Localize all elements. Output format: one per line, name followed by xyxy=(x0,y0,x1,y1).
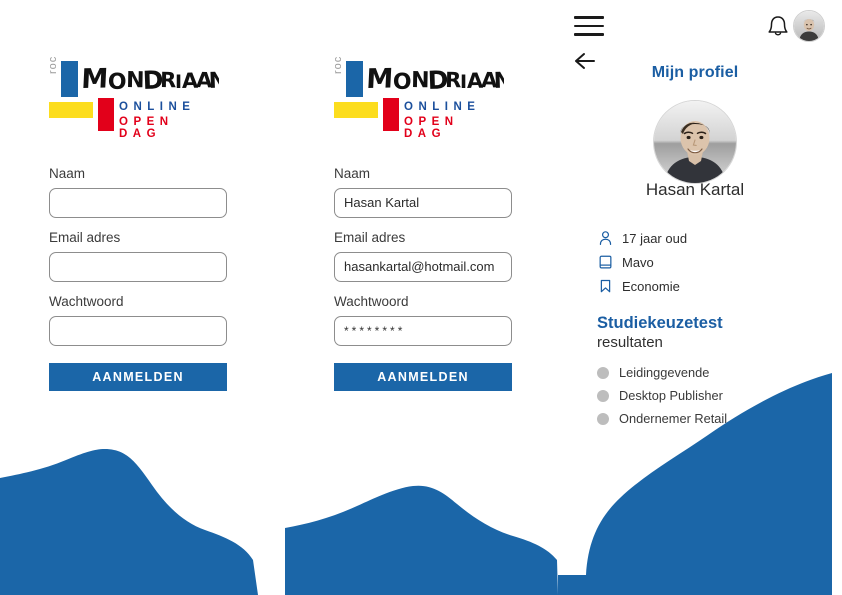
email-input[interactable]: hasankartal@hotmail.com xyxy=(334,252,512,282)
password-label: Wachtwoord xyxy=(49,294,124,309)
logo-yellow-bar xyxy=(334,102,378,118)
name-label: Naam xyxy=(334,166,371,181)
hamburger-menu-icon[interactable] xyxy=(574,16,604,40)
email-input[interactable] xyxy=(49,252,227,282)
svg-text:R: R xyxy=(160,68,177,92)
logo-roc-text: roc xyxy=(47,55,59,74)
logo-wordmark-mondriaan: M O N D R I A A N xyxy=(368,63,504,95)
logo-online-text: ONLINE xyxy=(119,101,196,113)
decorative-wave-shape xyxy=(0,449,258,595)
panel-signup-empty: roc M O N D R I A A N ONLINE OPEN DAG Na… xyxy=(0,0,275,595)
field-password: Wachtwoord xyxy=(49,294,227,346)
logo-open-dag-text: OPEN DAG xyxy=(404,116,459,140)
panel-profile: Mijn profiel Hasan Kartal 17 jaar oud Ma… xyxy=(558,0,832,595)
name-input[interactable] xyxy=(49,188,227,218)
info-row-education: Mavo xyxy=(597,250,797,274)
svg-text:N: N xyxy=(493,68,504,94)
svg-text:R: R xyxy=(445,68,462,92)
logo-online-text: ONLINE xyxy=(404,101,481,113)
results-list: Leidinggevende Desktop Publisher Onderne… xyxy=(597,361,807,430)
info-row-age: 17 jaar oud xyxy=(597,226,797,250)
logo-red-bar xyxy=(383,98,399,131)
name-input[interactable]: Hasan Kartal xyxy=(334,188,512,218)
svg-text:O: O xyxy=(393,70,412,95)
info-text-age: 17 jaar oud xyxy=(622,230,688,246)
logo-blue-bar xyxy=(61,61,78,97)
avatar[interactable] xyxy=(793,10,825,42)
profile-photo xyxy=(653,100,737,184)
screen-root: roc M O N D R I A A N ONLINE OPEN DAG Na… xyxy=(0,0,842,595)
field-email: Email adres hasankartal@hotmail.com xyxy=(334,230,512,282)
svg-text:M: M xyxy=(368,63,393,95)
field-email: Email adres xyxy=(49,230,227,282)
info-text-education: Mavo xyxy=(622,254,654,270)
list-item[interactable]: Desktop Publisher xyxy=(597,384,807,407)
avatar-image xyxy=(794,11,824,41)
logo-roc-text: roc xyxy=(332,55,344,74)
password-input[interactable] xyxy=(49,316,227,346)
logo-open-dag-text: OPEN DAG xyxy=(119,116,174,140)
book-icon xyxy=(597,254,613,271)
decorative-wave-shape xyxy=(285,485,558,595)
signup-button[interactable]: AANMELDEN xyxy=(334,363,512,391)
signup-form-filled: Naam Hasan Kartal Email adres hasankarta… xyxy=(334,166,512,391)
page-title: Mijn profiel xyxy=(651,64,739,81)
mondriaan-logo: roc M O N D R I A A N ONLINE OPEN DAG xyxy=(47,55,219,140)
email-label: Email adres xyxy=(49,230,121,245)
bookmark-icon xyxy=(597,278,613,295)
password-label: Wachtwoord xyxy=(334,294,409,309)
person-icon xyxy=(597,230,613,247)
field-password: Wachtwoord ******** xyxy=(334,294,512,346)
panel-gap-1 xyxy=(275,0,285,595)
logo-yellow-bar xyxy=(49,102,93,118)
signup-button[interactable]: AANMELDEN xyxy=(49,363,227,391)
mondriaan-logo: roc M O N D R I A A N ONLINE OPEN DAG xyxy=(332,55,504,140)
notification-bell-icon[interactable] xyxy=(767,14,789,38)
svg-text:N: N xyxy=(208,68,219,94)
password-input[interactable]: ******** xyxy=(334,316,512,346)
list-item[interactable]: Leidinggevende xyxy=(597,361,807,384)
profile-photo-image xyxy=(654,101,736,183)
logo-wordmark-mondriaan: M O N D R I A A N xyxy=(83,63,219,95)
email-label: Email adres xyxy=(334,230,406,245)
svg-text:M: M xyxy=(83,63,108,95)
field-name: Naam xyxy=(49,166,227,218)
bullet-icon xyxy=(597,366,609,379)
info-text-subject: Economie xyxy=(622,278,680,294)
svg-text:O: O xyxy=(108,70,127,95)
list-item[interactable]: Ondernemer Retail xyxy=(597,407,807,430)
list-item-label: Ondernemer Retail xyxy=(619,411,728,426)
bullet-icon xyxy=(597,412,609,425)
results-title: Studiekeuzetest xyxy=(597,314,723,332)
results-subtitle: resultaten xyxy=(597,334,663,351)
bullet-icon xyxy=(597,389,609,402)
name-label: Naam xyxy=(49,166,86,181)
signup-form-empty: Naam Email adres Wachtwoord AANMELDEN xyxy=(49,166,227,391)
info-row-subject: Economie xyxy=(597,274,797,298)
panel-signup-filled: roc M O N D R I A A N ONLINE OPEN DAG Na… xyxy=(285,0,558,595)
logo-red-bar xyxy=(98,98,114,131)
logo-blue-bar xyxy=(346,61,363,97)
field-name: Naam Hasan Kartal xyxy=(334,166,512,218)
list-item-label: Leidinggevende xyxy=(619,365,710,380)
list-item-label: Desktop Publisher xyxy=(619,388,723,403)
profile-name: Hasan Kartal xyxy=(645,180,745,199)
profile-info-list: 17 jaar oud Mavo Economie xyxy=(597,226,797,298)
